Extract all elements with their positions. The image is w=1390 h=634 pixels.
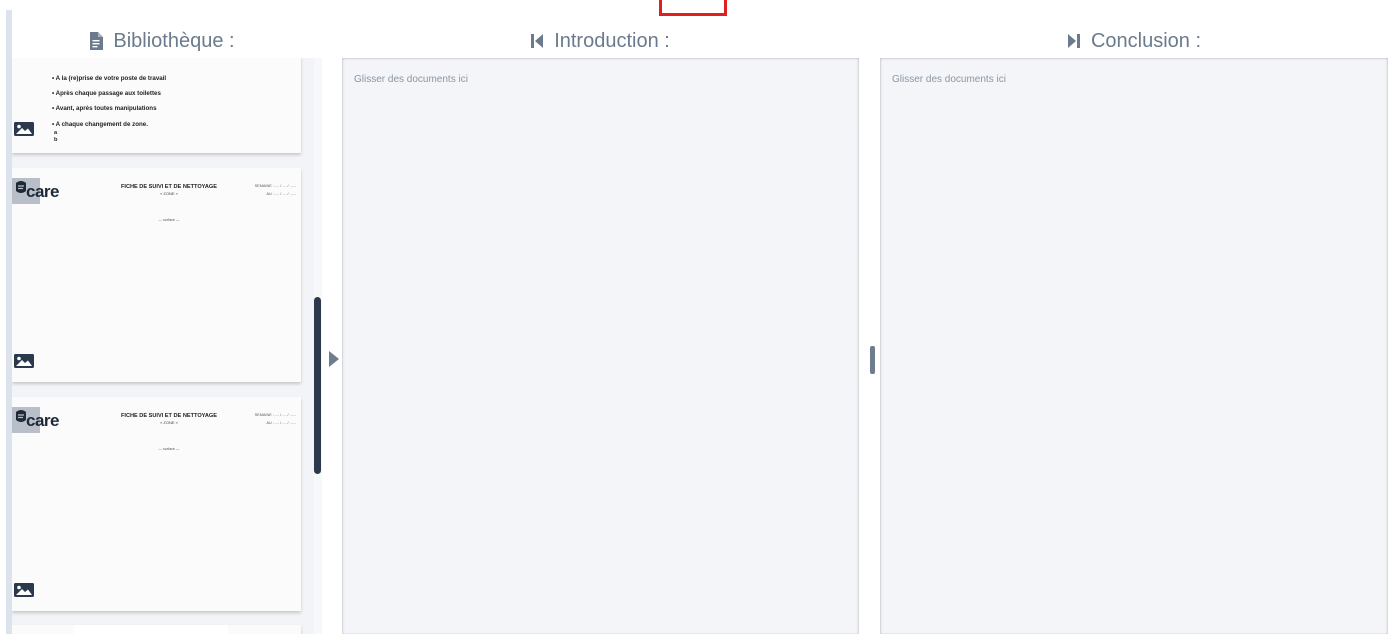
library-document-card[interactable]: care FICHE DE SUIVI ET DE NETTOYAGE « ZO… <box>12 397 301 611</box>
document-composer: Bibliothèque : Introduction : Conclusion… <box>0 0 1390 634</box>
library-document-card[interactable]: • A la (re)prise de votre poste de trava… <box>12 58 301 153</box>
introduction-drop-zone[interactable]: Glisser des documents ici <box>342 58 859 634</box>
image-icon[interactable] <box>14 354 34 368</box>
collapse-arrow-icon[interactable] <box>329 351 339 367</box>
conclusion-header: Conclusion : <box>880 28 1388 54</box>
document-preview-text: • A la (re)prise de votre poste de trava… <box>52 75 167 144</box>
document-week-line: AU : .... / .... / ...... <box>266 192 296 196</box>
document-title: FICHE DE SUIVI ET DE NETTOYAGE <box>120 413 218 419</box>
document-subtitle: « ZONE » <box>160 191 178 196</box>
library-document-card[interactable] <box>12 625 301 634</box>
image-icon[interactable] <box>14 122 34 136</box>
document-week-line: AU : .... / .... / ...... <box>266 421 296 425</box>
document-preview <box>74 625 228 634</box>
skip-next-icon <box>1067 33 1081 49</box>
splitter-handle[interactable] <box>870 346 875 374</box>
logo-text: care <box>26 182 59 201</box>
document-center-text: — surface — <box>158 218 180 222</box>
document-title: FICHE DE SUIVI ET DE NETTOYAGE <box>120 184 218 190</box>
zone-shadow <box>880 58 1388 61</box>
document-week-line: SEMAINE : .... / .... / ...... <box>254 184 296 188</box>
top-tab-indicator <box>659 0 727 16</box>
document-icon <box>89 32 104 50</box>
introduction-title: Introduction : <box>554 29 670 52</box>
document-center-text: — surface — <box>158 447 180 451</box>
library-title: Bibliothèque : <box>113 29 235 52</box>
document-subtitle: « ZONE » <box>160 420 178 425</box>
library-document-card[interactable]: care FICHE DE SUIVI ET DE NETTOYAGE « ZO… <box>12 168 301 382</box>
conclusion-drop-zone[interactable]: Glisser des documents ici <box>880 58 1388 634</box>
drop-hint: Glisser des documents ici <box>892 74 1006 85</box>
library-scrollbar-thumb[interactable] <box>314 297 321 474</box>
document-week-line: SEMAINE : .... / .... / ...... <box>254 413 296 417</box>
skip-previous-icon <box>530 33 544 49</box>
image-icon[interactable] <box>14 583 34 597</box>
drop-hint: Glisser des documents ici <box>354 74 468 85</box>
introduction-header: Introduction : <box>342 28 858 54</box>
library-list[interactable]: • A la (re)prise de votre poste de trava… <box>12 58 314 634</box>
logo-text: care <box>26 411 59 430</box>
conclusion-title: Conclusion : <box>1090 29 1202 52</box>
zone-shadow <box>342 58 859 61</box>
library-header: Bibliothèque : <box>12 28 312 54</box>
